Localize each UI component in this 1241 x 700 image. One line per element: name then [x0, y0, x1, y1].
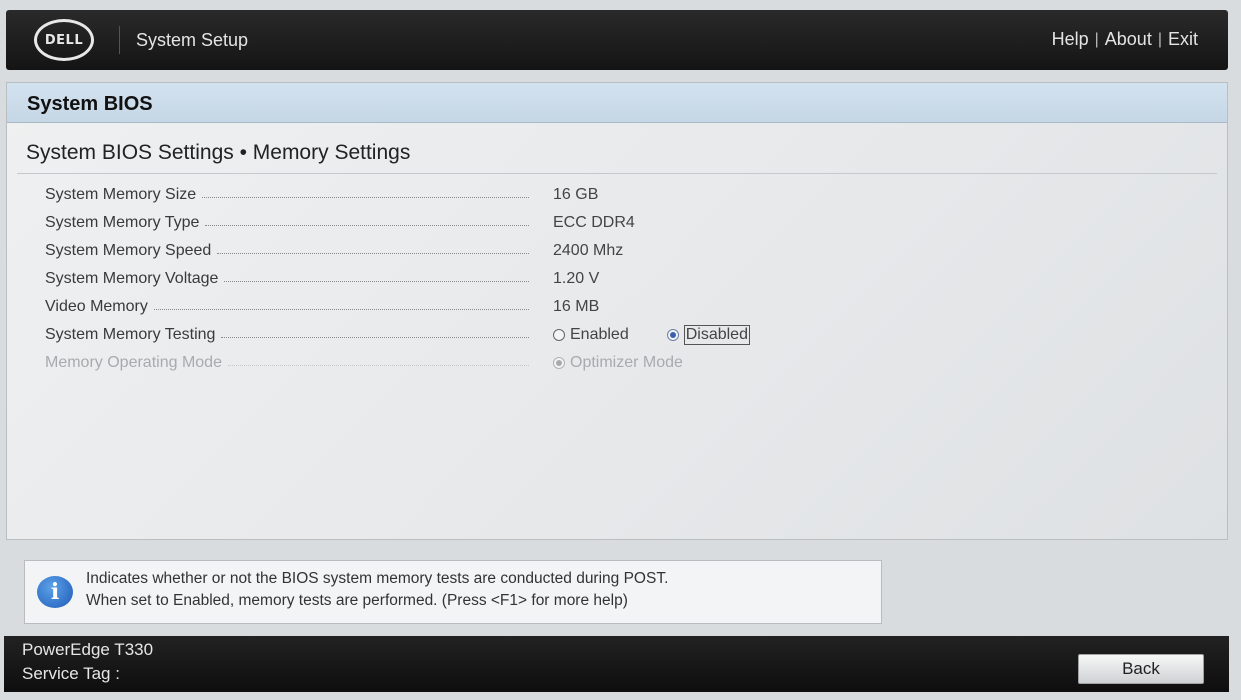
- header-divider: [119, 26, 120, 54]
- help-line-1: Indicates whether or not the BIOS system…: [86, 570, 669, 587]
- setting-label: System Memory Testing: [45, 326, 216, 343]
- setting-label: System Memory Speed: [45, 242, 212, 259]
- settings-panel: System BIOS System BIOS Settings • Memor…: [6, 82, 1228, 540]
- about-link[interactable]: About: [1105, 29, 1152, 50]
- link-separator: |: [1094, 30, 1099, 48]
- settings-list: System Memory Size 16 GB System Memory T…: [45, 181, 1205, 377]
- subtitle-divider: [17, 173, 1217, 174]
- radio-label: Optimizer Mode: [570, 354, 683, 371]
- setting-label: System Memory Size: [45, 186, 197, 203]
- memory-testing-options: Enabled Disabled: [553, 325, 788, 345]
- panel-title: System BIOS: [7, 83, 1227, 123]
- setting-label: Memory Operating Mode: [45, 354, 222, 371]
- radio-label: Disabled: [683, 325, 750, 345]
- leader-dots: [153, 308, 529, 310]
- top-header-bar: DELL System Setup Help | About | Exit: [6, 10, 1228, 70]
- operating-mode-options: Optimizer Mode: [553, 354, 721, 372]
- radio-selected-icon: [666, 329, 679, 341]
- leader-dots: [224, 280, 529, 282]
- setting-value: 2400 Mhz: [553, 242, 624, 259]
- setting-value: ECC DDR4: [553, 214, 635, 231]
- link-separator: |: [1157, 30, 1162, 48]
- setting-row-operating-mode: Memory Operating Mode Optimizer Mode: [45, 349, 1205, 377]
- radio-label: Enabled: [570, 326, 629, 343]
- setting-row-memory-size: System Memory Size 16 GB: [45, 181, 1205, 209]
- header-links: Help | About | Exit: [1052, 29, 1198, 50]
- help-link[interactable]: Help: [1052, 29, 1089, 50]
- help-box: i Indicates whether or not the BIOS syst…: [24, 560, 882, 624]
- back-button[interactable]: Back: [1078, 654, 1204, 684]
- page-subtitle: System BIOS Settings • Memory Settings: [26, 141, 411, 164]
- radio-disabled[interactable]: Disabled: [666, 325, 750, 345]
- exit-link[interactable]: Exit: [1168, 29, 1198, 50]
- setting-row-memory-speed: System Memory Speed 2400 Mhz: [45, 237, 1205, 265]
- leader-dots: [202, 196, 529, 198]
- setting-row-memory-testing: System Memory Testing Enabled Disabled: [45, 321, 1205, 349]
- dell-logo: DELL: [34, 19, 94, 61]
- setting-value: 1.20 V: [553, 270, 600, 287]
- info-icon: i: [37, 576, 73, 608]
- app-title: System Setup: [136, 30, 249, 50]
- setting-label: System Memory Type: [45, 214, 200, 231]
- service-tag: Service Tag :: [22, 664, 120, 683]
- setting-value: 16 MB: [553, 298, 600, 315]
- radio-selected-icon: [553, 357, 565, 369]
- leader-dots: [217, 252, 529, 254]
- leader-dots: [205, 224, 529, 226]
- setting-row-video-memory: Video Memory 16 MB: [45, 293, 1205, 321]
- setting-label: Video Memory: [45, 298, 148, 315]
- leader-dots: [227, 364, 529, 366]
- radio-unselected-icon: [553, 329, 565, 341]
- radio-optimizer-mode: Optimizer Mode: [553, 354, 683, 372]
- leader-dots: [221, 336, 529, 338]
- setting-row-memory-type: System Memory Type ECC DDR4: [45, 209, 1205, 237]
- setting-label: System Memory Voltage: [45, 270, 219, 287]
- footer-bar: PowerEdge T330 Service Tag : Back: [4, 636, 1229, 692]
- help-line-2: When set to Enabled, memory tests are pe…: [86, 592, 628, 609]
- radio-enabled[interactable]: Enabled: [553, 326, 629, 344]
- system-model: PowerEdge T330: [22, 640, 154, 659]
- setting-value: 16 GB: [553, 186, 599, 203]
- help-text: Indicates whether or not the BIOS system…: [86, 568, 668, 612]
- setting-row-memory-voltage: System Memory Voltage 1.20 V: [45, 265, 1205, 293]
